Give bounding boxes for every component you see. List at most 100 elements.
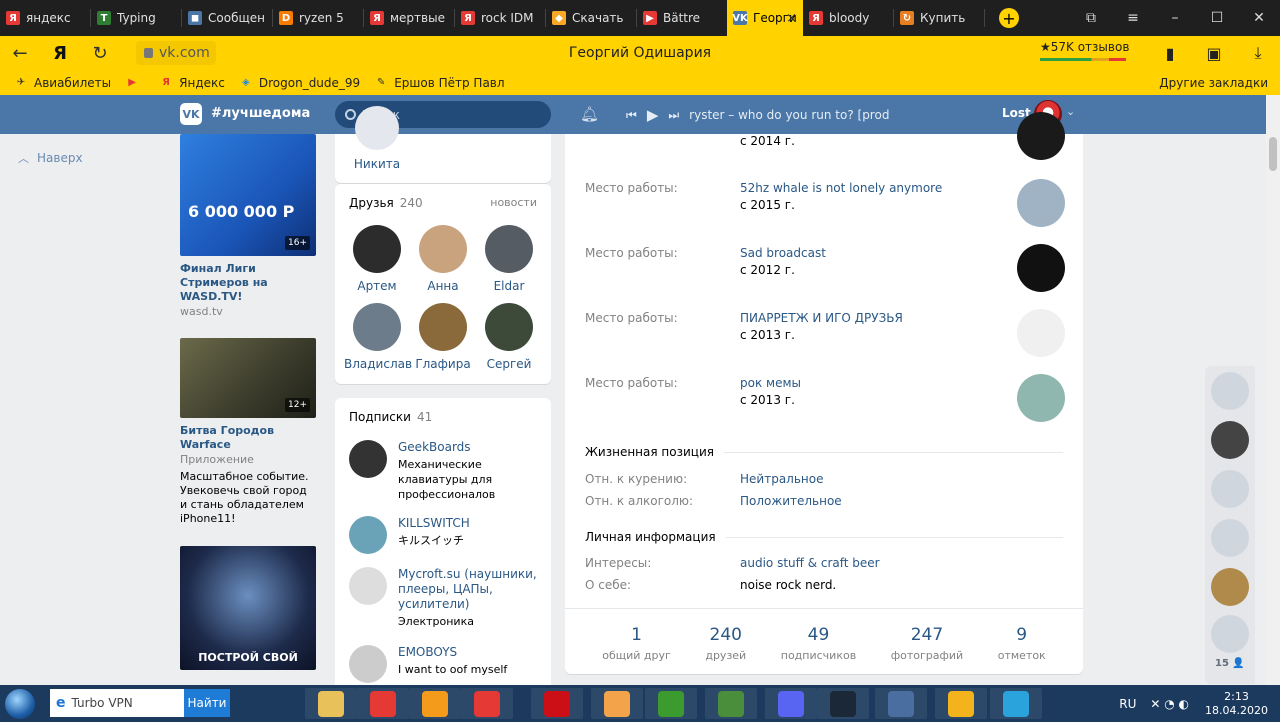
clock[interactable]: 2:13 18.04.2020 <box>1205 690 1268 718</box>
bookmark-item[interactable]: ▶ <box>125 77 145 89</box>
url-field[interactable]: vk.com <box>136 41 216 65</box>
prev-track-icon[interactable]: ⏮︎ <box>626 108 637 123</box>
taskbar-app[interactable] <box>875 688 927 719</box>
browser-tab[interactable]: ▶ Bättre <box>637 0 727 36</box>
profile-counter[interactable]: 247 фотографий <box>891 625 963 674</box>
browser-tab[interactable]: Яbloody <box>803 0 893 36</box>
subscriptions-heading[interactable]: Подписки 41 <box>349 410 432 424</box>
menu-icon[interactable]: ≡ <box>1112 10 1154 26</box>
taskbar-app[interactable] <box>357 688 409 719</box>
subscription-item[interactable]: Mycroft.su (наушники, плееры, ЦАПы, усил… <box>349 567 545 629</box>
profile-counter[interactable]: 1 общий друг <box>602 625 671 674</box>
taskbar-app[interactable] <box>305 688 357 719</box>
work-name[interactable]: рок мемы <box>740 376 801 390</box>
ad-image[interactable]: 12+ <box>180 338 316 418</box>
work-avatar[interactable] <box>1017 374 1065 422</box>
language-indicator[interactable]: RU <box>1119 697 1136 711</box>
taskbar-app[interactable] <box>817 688 869 719</box>
work-avatar[interactable] <box>1017 179 1065 227</box>
page-scrollbar[interactable] <box>1266 95 1280 685</box>
taskbar-app[interactable] <box>461 688 513 719</box>
work-name[interactable]: Sad broadcast <box>740 246 826 260</box>
work-name[interactable]: ПИАРРЕТЖ И ИГО ДРУЗЬЯ <box>740 311 903 325</box>
start-button[interactable] <box>0 685 40 722</box>
friend-item[interactable]: Eldar <box>476 225 542 293</box>
browser-tab[interactable]: Dryzen 5 <box>273 0 363 36</box>
browser-tab[interactable]: Ямертвые <box>364 0 454 36</box>
vk-logo-icon[interactable]: VK <box>180 103 202 125</box>
bookmark-item[interactable]: Я Яндекс <box>159 76 225 90</box>
friend-item[interactable]: Анна <box>410 225 476 293</box>
browser-tab[interactable]: Яяндекс <box>0 0 90 36</box>
dock-count[interactable]: 15 👤 <box>1215 658 1245 669</box>
subscription-item[interactable]: EMOBOYS I want to oof myself <box>349 645 545 683</box>
life-value[interactable]: Нейтральное <box>740 472 823 486</box>
reviews-badge[interactable]: ★57K отзывов <box>1040 40 1129 61</box>
profile-counter[interactable]: 9 отметок <box>998 625 1046 674</box>
browser-tab[interactable]: VKГеоргий× <box>727 0 803 36</box>
minimize-icon[interactable]: – <box>1154 10 1196 26</box>
taskbar-app[interactable] <box>531 688 583 719</box>
taskbar-find-button[interactable]: Найти <box>184 689 230 717</box>
personal-value[interactable]: audio stuff & craft beer <box>740 556 880 570</box>
scroll-up-link[interactable]: ︿ Наверх <box>18 150 83 166</box>
friends-news-link[interactable]: новости <box>490 196 537 209</box>
play-icon[interactable]: ▶ <box>647 106 659 124</box>
subscription-item[interactable]: GeekBoards Механические клавиатуры для пр… <box>349 440 545 502</box>
friends-heading[interactable]: Друзья 240 <box>349 196 423 210</box>
taskbar-search[interactable]: e Turbo VPN <box>50 689 184 717</box>
bookmark-item[interactable]: ✎ Ершов Пётр Павл <box>374 76 505 90</box>
dock-avatar[interactable] <box>1211 615 1249 653</box>
ad-image[interactable]: ПОСТРОЙ СВОЙ <box>180 546 316 670</box>
other-bookmarks[interactable]: Другие закладки <box>1159 76 1268 90</box>
browser-tab[interactable]: T Typing <box>91 0 181 36</box>
browser-tab[interactable]: ↻ Купить <box>894 0 984 36</box>
tray-icons[interactable]: ✕ ◔ ◐ <box>1150 697 1189 711</box>
bookmark-item[interactable]: ◈ Drogon_dude_99 <box>239 76 360 90</box>
collections-icon[interactable]: ▣ <box>1192 44 1236 63</box>
dock-avatar[interactable] <box>1211 568 1249 606</box>
friend-name[interactable]: Никита <box>335 157 419 171</box>
taskbar-app[interactable] <box>765 688 817 719</box>
close-window-icon[interactable]: ✕ <box>1238 10 1280 26</box>
chevron-down-icon[interactable]: ⌄ <box>1066 105 1075 118</box>
browser-tab[interactable]: ◆ Скачать <box>546 0 636 36</box>
dock-avatar[interactable] <box>1211 519 1249 557</box>
browser-tab[interactable]: Яrock IDM <box>455 0 545 36</box>
yandex-icon[interactable]: Я <box>40 43 80 64</box>
life-value[interactable]: Положительное <box>740 494 842 508</box>
bell-icon[interactable]: 🔔︎ <box>580 105 599 123</box>
vk-hashtag[interactable]: #лучшедома <box>211 106 310 121</box>
back-icon[interactable]: ← <box>0 43 40 64</box>
close-tab-icon[interactable]: × <box>786 11 797 26</box>
download-icon[interactable]: ⤓ <box>1236 43 1280 63</box>
ad-title[interactable]: Битва Городов Warface <box>180 424 316 452</box>
friend-item[interactable]: Владислав <box>344 303 412 371</box>
camera-icon[interactable] <box>1211 470 1249 508</box>
taskbar-app[interactable] <box>705 688 757 719</box>
taskbar-app[interactable] <box>935 688 987 719</box>
track-title[interactable]: ryster – who do you run to? [prod. si... <box>689 108 889 122</box>
work-name[interactable]: 52hz whale is not lonely anymore <box>740 181 942 195</box>
profile-counter[interactable]: 49 подписчиков <box>781 625 856 674</box>
bookmark-item[interactable]: ✈ Авиабилеты <box>14 76 111 90</box>
friend-item[interactable]: Глафира <box>410 303 476 371</box>
bookmark-icon[interactable]: ▮ <box>1148 44 1192 63</box>
dock-avatar[interactable] <box>1211 372 1249 410</box>
browser-tab[interactable]: ◼ Сообщения <box>182 0 272 36</box>
next-track-icon[interactable]: ⏭︎ <box>668 108 679 123</box>
new-tab-button[interactable]: + <box>999 8 1019 28</box>
taskbar-app[interactable] <box>591 688 643 719</box>
ad-title[interactable]: Финал Лиги Стримеров на WASD.TV! <box>180 262 316 304</box>
taskbar-app[interactable] <box>409 688 461 719</box>
profile-counter[interactable]: 240 друзей <box>705 625 746 674</box>
taskbar-app[interactable] <box>990 688 1042 719</box>
friend-avatar[interactable] <box>355 106 399 150</box>
work-avatar[interactable] <box>1017 309 1065 357</box>
friend-item[interactable]: Сергей <box>476 303 542 371</box>
reload-icon[interactable]: ↻ <box>80 43 120 64</box>
work-avatar[interactable] <box>1017 244 1065 292</box>
work-avatar[interactable] <box>1017 112 1065 160</box>
dock-avatar[interactable] <box>1211 421 1249 459</box>
tabs-menu-icon[interactable]: ⧉ <box>1070 10 1112 26</box>
